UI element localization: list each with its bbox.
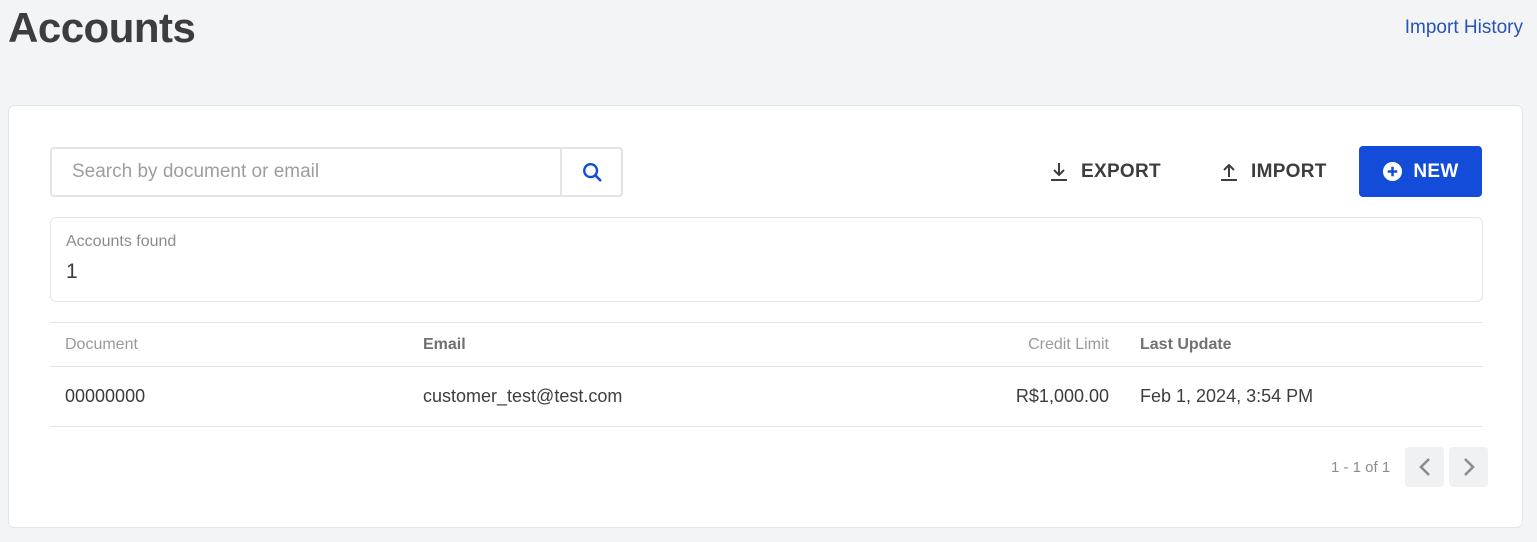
search-box	[50, 147, 623, 197]
new-button[interactable]: NEW	[1359, 146, 1482, 197]
chevron-left-icon	[1418, 458, 1430, 476]
import-history-link[interactable]: Import History	[1405, 16, 1523, 40]
search-icon	[582, 163, 602, 182]
pagination: 1 - 1 of 1	[1331, 447, 1489, 487]
new-label: NEW	[1413, 160, 1459, 182]
column-header-last-update[interactable]: Last Update	[1140, 323, 1232, 366]
prev-page-button[interactable]	[1405, 447, 1445, 487]
cell-credit-limit: R$1,000.00	[1015, 386, 1109, 406]
import-label: IMPORT	[1251, 161, 1327, 182]
accounts-found-count: 1	[66, 260, 78, 283]
cell-email: customer_test@test.com	[423, 386, 623, 406]
accounts-card: EXPORT IMPORT NEW Accounts found 1 Docum…	[8, 105, 1523, 528]
plus-circle-icon	[1383, 161, 1403, 182]
next-page-button[interactable]	[1449, 447, 1489, 487]
export-button[interactable]: EXPORT	[1049, 147, 1161, 197]
cell-last-update: Feb 1, 2024, 3:54 PM	[1140, 386, 1314, 406]
cell-document: 00000000	[65, 386, 146, 406]
import-button[interactable]: IMPORT	[1219, 147, 1327, 197]
table-header: Document Email Credit Limit Last Update	[50, 322, 1483, 367]
column-header-credit-limit[interactable]: Credit Limit	[1028, 323, 1109, 366]
search-input[interactable]	[52, 149, 560, 195]
page-title: Accounts	[8, 4, 196, 51]
upload-icon	[1221, 163, 1237, 181]
column-header-document[interactable]: Document	[65, 323, 138, 366]
accounts-table: Document Email Credit Limit Last Update …	[50, 322, 1483, 427]
accounts-found-label: Accounts found	[66, 233, 177, 250]
download-icon	[1051, 163, 1067, 181]
pagination-info: 1 - 1 of 1	[1331, 458, 1391, 476]
accounts-found-summary: Accounts found 1	[50, 217, 1483, 302]
search-button[interactable]	[560, 149, 621, 195]
column-header-email[interactable]: Email	[423, 323, 466, 366]
table-row[interactable]: 00000000 customer_test@test.com R$1,000.…	[50, 367, 1483, 427]
chevron-right-icon	[1463, 458, 1475, 476]
export-label: EXPORT	[1081, 161, 1161, 182]
